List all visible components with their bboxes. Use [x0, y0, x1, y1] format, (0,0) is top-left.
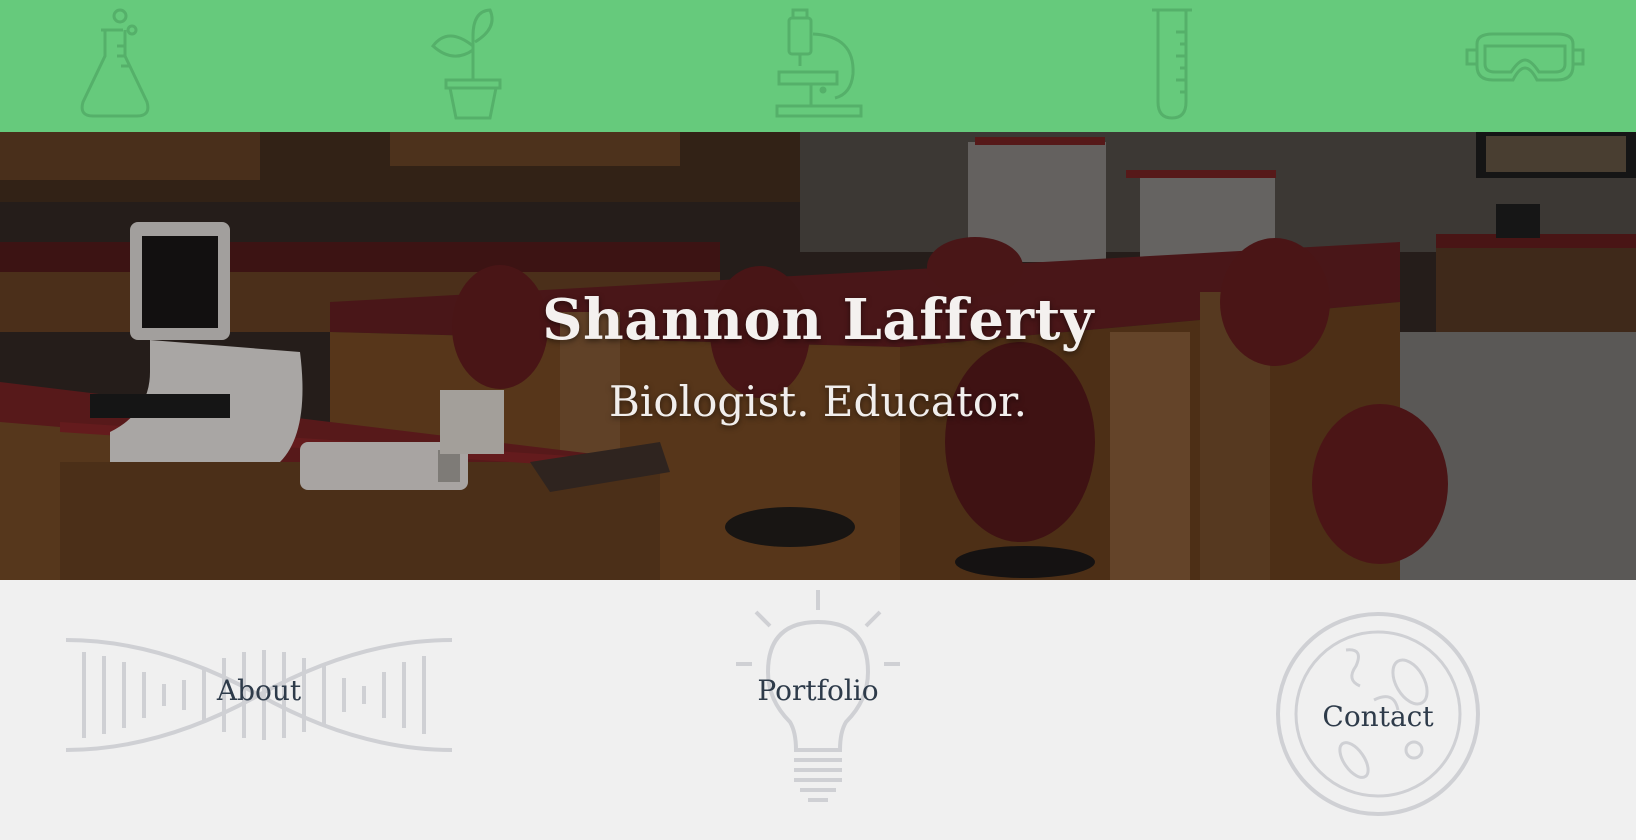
test-tube-icon: [1152, 8, 1192, 120]
hero-overlay: [0, 132, 1636, 580]
nav-label-about: About: [216, 674, 302, 707]
top-banner: [0, 0, 1636, 132]
hero-subtitle: Biologist. Educator.: [609, 377, 1027, 426]
section-navigation: About Portfolio Contact: [0, 580, 1636, 840]
nav-item-contact[interactable]: Contact: [1274, 610, 1482, 818]
nav-label-contact: Contact: [1322, 700, 1434, 733]
nav-item-about[interactable]: About: [64, 610, 454, 780]
hero-title: Shannon Lafferty: [542, 287, 1094, 353]
nav-item-portfolio[interactable]: Portfolio: [730, 582, 906, 804]
microscope-icon: [775, 8, 863, 118]
flask-icon: [80, 8, 150, 118]
nav-label-portfolio: Portfolio: [757, 674, 879, 707]
goggles-icon: [1465, 32, 1585, 82]
hero-section: Shannon Lafferty Biologist. Educator.: [0, 132, 1636, 580]
plant-icon: [430, 8, 502, 120]
